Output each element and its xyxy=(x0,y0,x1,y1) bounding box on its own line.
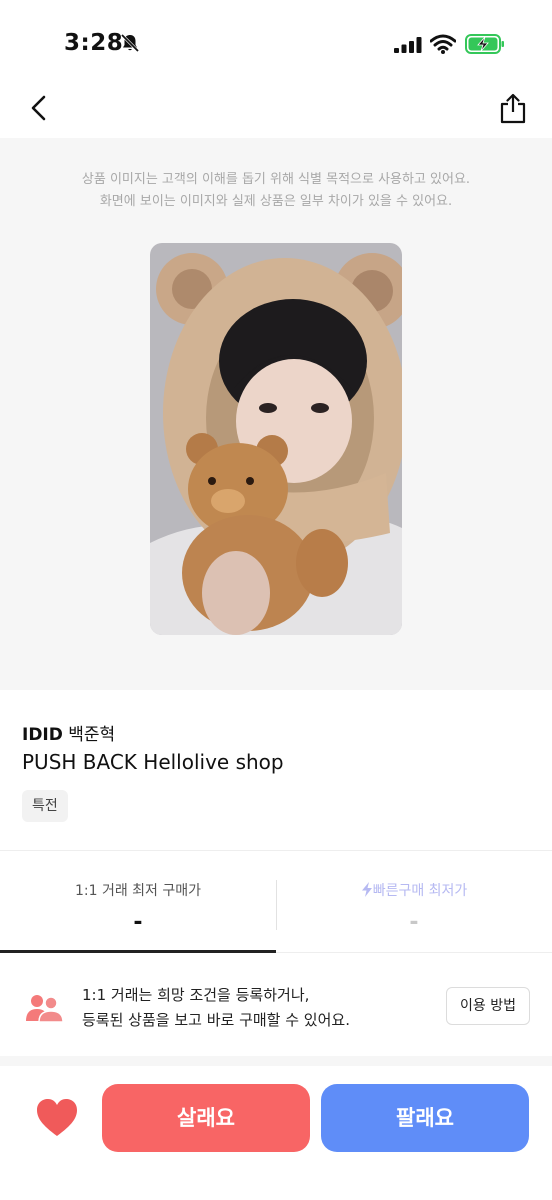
how-to-use-button[interactable]: 이용 방법 xyxy=(446,987,530,1025)
tab-label: 빠른구매 최저가 xyxy=(372,883,468,899)
tab-value: - xyxy=(133,910,143,935)
status-time: 3:28 xyxy=(64,30,124,56)
battery-charging-icon xyxy=(465,34,504,54)
people-icon xyxy=(26,995,64,1023)
active-tab-indicator xyxy=(0,950,276,953)
sell-button[interactable]: 팔래요 xyxy=(321,1084,529,1152)
product-artist: IDID 백준혁 xyxy=(22,720,115,745)
info-line2: 등록된 상품을 보고 바로 구매할 수 있어요. xyxy=(82,1011,350,1029)
product-photo[interactable] xyxy=(150,243,402,635)
info-line1: 1:1 거래는 희망 조건을 등록하거나, xyxy=(82,986,310,1004)
tab-value: - xyxy=(409,910,419,935)
tab-label: 1:1 거래 최저 구매가 xyxy=(74,883,202,899)
lightning-icon xyxy=(361,882,372,897)
back-chevron-icon[interactable] xyxy=(28,94,50,122)
wifi-icon xyxy=(430,34,456,54)
buy-button[interactable]: 살래요 xyxy=(102,1084,310,1152)
artist-member: 백준혁 xyxy=(68,725,116,745)
divider xyxy=(0,850,552,851)
tab-one-to-one-lowest-price[interactable]: 1:1 거래 최저 구매가 - xyxy=(0,852,276,952)
product-tag: 특전 xyxy=(22,790,68,822)
image-notice-line2: 화면에 보이는 이미지와 실제 상품은 일부 차이가 있을 수 있어요. xyxy=(99,194,453,209)
tab-separator xyxy=(276,880,277,930)
tab-quick-buy-lowest-price[interactable]: 빠른구매 최저가 - xyxy=(276,852,552,952)
share-icon[interactable] xyxy=(499,92,527,124)
heart-icon[interactable] xyxy=(36,1098,78,1138)
tab-label-wrap: 빠른구매 최저가 xyxy=(276,880,552,900)
section-band xyxy=(0,1056,552,1066)
info-description: 1:1 거래는 희망 조건을 등록하거나, 등록된 상품을 보고 바로 구매할 … xyxy=(82,983,350,1033)
cellular-signal-icon xyxy=(394,37,422,53)
image-notice-line1: 상품 이미지는 고객의 이해를 돕기 위해 식별 목적으로 사용하고 있어요. xyxy=(81,172,471,187)
bell-muted-icon xyxy=(120,33,140,53)
product-title: PUSH BACK Hellolive shop xyxy=(22,750,284,774)
artist-group: IDID xyxy=(22,725,63,745)
